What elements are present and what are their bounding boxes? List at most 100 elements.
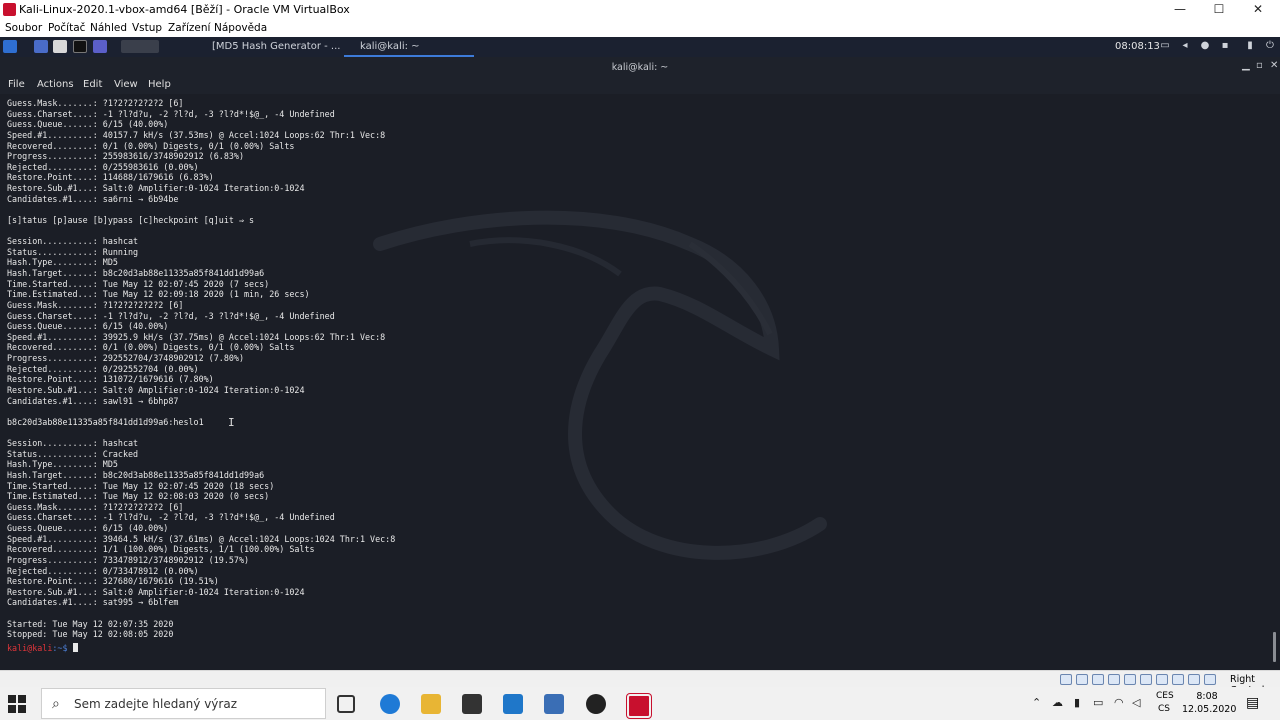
mail-icon[interactable] bbox=[503, 694, 523, 714]
speaker-icon[interactable]: ◁ bbox=[1132, 696, 1140, 709]
windows-taskbar: ⌕ Sem zadejte hledaný výraz ⌃ ☁ ▮ ▭ ◠ ◁ … bbox=[0, 687, 1280, 720]
terminal-line: Guess.Queue......: 6/15 (40.00%) bbox=[7, 119, 169, 130]
optical-drive-icon[interactable] bbox=[1076, 674, 1088, 685]
terminal-line: Guess.Mask.......: ?1?2?2?2?2?2 [6] bbox=[7, 299, 184, 310]
terminal-window-title: kali@kali: ~ bbox=[611, 62, 669, 73]
microphone-icon[interactable]: ▮ bbox=[1074, 696, 1080, 709]
power-icon[interactable]: ▪ bbox=[1220, 41, 1230, 51]
terminal-line: Rejected.........: 0/733478912 (0.00%) bbox=[7, 565, 199, 576]
display-status-icon[interactable] bbox=[1156, 674, 1168, 685]
lock-icon[interactable]: ▮ bbox=[1245, 41, 1255, 51]
terminal-minimize-icon[interactable]: ▁ bbox=[1242, 60, 1250, 71]
terminal-menu-edit[interactable]: Edit bbox=[83, 79, 102, 90]
shell-prompt[interactable]: kali@kali:~$ bbox=[7, 643, 78, 653]
panel-clock[interactable]: 08:08:13 bbox=[1115, 41, 1160, 52]
network-icon[interactable] bbox=[1108, 674, 1120, 685]
terminal-line: Guess.Mask.......: ?1?2?2?2?2?2 [6] bbox=[7, 501, 184, 512]
terminal-menu-help[interactable]: Help bbox=[148, 79, 171, 90]
obs-icon[interactable] bbox=[586, 694, 606, 714]
input-language[interactable]: CES CS bbox=[1156, 690, 1174, 716]
terminal-line: Time.Estimated...: Tue May 12 02:08:03 2… bbox=[7, 491, 270, 502]
terminal-line: Hash.Target......: b8c20d3ab88e11335a85f… bbox=[7, 469, 265, 480]
show-desktop-icon[interactable] bbox=[34, 40, 48, 53]
terminal-launcher-icon[interactable] bbox=[73, 40, 87, 53]
show-hidden-icons-chevron-icon[interactable]: ⌃ bbox=[1032, 696, 1041, 709]
terminal-line: Restore.Point....: 131072/1679616 (7.80%… bbox=[7, 374, 214, 385]
virtualbox-logo-icon bbox=[3, 3, 16, 16]
recording-icon[interactable] bbox=[1172, 674, 1184, 685]
terminal-menu-file[interactable]: File bbox=[8, 79, 25, 90]
close-button[interactable]: ✕ bbox=[1238, 0, 1278, 20]
edge-icon[interactable] bbox=[380, 694, 400, 714]
ime-sub: CS bbox=[1158, 704, 1170, 714]
menu-nahled[interactable]: Náhled bbox=[90, 22, 127, 34]
display-icon[interactable]: ▭ bbox=[1160, 41, 1170, 51]
terminal-line: Session..........: hashcat bbox=[7, 438, 139, 448]
terminal-text: Guess.Mask.......: ?1?2?2?2?2?2 [6] Guess… bbox=[7, 98, 395, 640]
action-center-icon[interactable]: ▤ bbox=[1246, 695, 1259, 711]
terminal-line: Stopped: Tue May 12 02:08:05 2020 bbox=[7, 629, 174, 640]
menu-napoveda[interactable]: Nápověda bbox=[214, 22, 267, 34]
mouse-ibeam-cursor: I bbox=[228, 416, 235, 429]
terminal-output-area[interactable]: Guess.Mask.......: ?1?2?2?2?2?2 [6] Guess… bbox=[0, 94, 1280, 670]
task-terminal[interactable]: kali@kali: ~ bbox=[344, 37, 474, 57]
logout-icon[interactable]: ⏻ bbox=[1265, 41, 1275, 51]
prompt-path: :~$ bbox=[52, 643, 73, 653]
shared-folders-icon[interactable] bbox=[1140, 674, 1152, 685]
terminal-title-bar: kali@kali: ~ ▁ ▫ ✕ bbox=[0, 57, 1280, 76]
workspace-switcher[interactable] bbox=[121, 40, 159, 53]
menu-soubor[interactable]: Soubor bbox=[5, 22, 42, 34]
store-icon[interactable] bbox=[462, 694, 482, 714]
menu-vstup[interactable]: Vstup bbox=[132, 22, 162, 34]
window-title: Kali-Linux-2020.1-vbox-amd64 [Běží] - Or… bbox=[19, 3, 350, 16]
mouse-integration-icon[interactable] bbox=[1188, 674, 1200, 685]
battery-icon[interactable]: ▭ bbox=[1093, 696, 1103, 709]
terminal-line: Progress.........: 255983616/3748902912 … bbox=[7, 151, 244, 162]
terminal-maximize-icon[interactable]: ▫ bbox=[1256, 60, 1263, 71]
terminal-menu-actions[interactable]: Actions bbox=[37, 79, 74, 90]
hard-disk-icon[interactable] bbox=[1060, 674, 1072, 685]
usb-icon[interactable] bbox=[1124, 674, 1136, 685]
virtualbox-menu-bar: Soubor Počítač Náhled Vstup Zařízení Náp… bbox=[0, 20, 1280, 38]
notifications-bell-icon[interactable]: ● bbox=[1200, 41, 1210, 51]
task-md5-hash-generator[interactable]: [MD5 Hash Generator - ... bbox=[212, 37, 340, 57]
task-view-icon[interactable] bbox=[337, 695, 355, 713]
taskbar-clock[interactable]: 8:08 12.05.2020 bbox=[1182, 690, 1236, 716]
terminal-line: Restore.Sub.#1...: Salt:0 Amplifier:0-10… bbox=[7, 384, 305, 395]
wifi-icon[interactable]: ◠ bbox=[1114, 696, 1124, 709]
browser-launcher-icon[interactable] bbox=[93, 40, 107, 53]
terminal-scrollbar[interactable] bbox=[1273, 632, 1276, 662]
maximize-button[interactable]: ☐ bbox=[1199, 0, 1239, 20]
minimize-button[interactable]: — bbox=[1160, 0, 1200, 20]
kali-menu-icon[interactable] bbox=[3, 40, 17, 53]
terminal-line: Recovered........: 0/1 (0.00%) Digests, … bbox=[7, 342, 295, 353]
terminal-line: Restore.Point....: 327680/1679616 (19.51… bbox=[7, 576, 219, 587]
taskbar-search-box[interactable]: ⌕ Sem zadejte hledaný výraz bbox=[41, 688, 326, 719]
file-manager-icon[interactable] bbox=[53, 40, 67, 53]
terminal-menu-view[interactable]: View bbox=[114, 79, 138, 90]
volume-icon[interactable]: ◂ bbox=[1180, 41, 1190, 51]
file-explorer-icon[interactable] bbox=[421, 694, 441, 714]
virtualbox-app-icon[interactable] bbox=[544, 694, 564, 714]
terminal-line: Candidates.#1....: sat995 → 6blfem bbox=[7, 597, 179, 608]
menu-pocitac[interactable]: Počítač bbox=[48, 22, 85, 34]
terminal-line: Time.Started.....: Tue May 12 02:07:45 2… bbox=[7, 480, 275, 491]
terminal-close-icon[interactable]: ✕ bbox=[1270, 60, 1278, 71]
terminal-line: Candidates.#1....: sawl91 → 6bhp87 bbox=[7, 395, 179, 406]
windows-start-icon[interactable] bbox=[8, 695, 26, 713]
terminal-line: Hash.Type........: MD5 bbox=[7, 257, 118, 268]
terminal-line: Recovered........: 1/1 (100.00%) Digests… bbox=[7, 544, 315, 555]
audio-icon[interactable] bbox=[1092, 674, 1104, 685]
cpu-icon[interactable] bbox=[1204, 674, 1216, 685]
terminal-line: Session..........: hashcat bbox=[7, 236, 139, 247]
terminal-line: Speed.#1.........: 39464.5 kH/s (37.61ms… bbox=[7, 533, 396, 544]
onedrive-icon[interactable]: ☁ bbox=[1052, 696, 1063, 709]
menu-zarizeni[interactable]: Zařízení bbox=[168, 22, 210, 34]
kali-vm-running-icon[interactable] bbox=[627, 694, 651, 718]
terminal-line: Status...........: Cracked bbox=[7, 448, 139, 459]
terminal-line: Restore.Sub.#1...: Salt:0 Amplifier:0-10… bbox=[7, 183, 305, 193]
terminal-line: Progress.........: 292552704/3748902912 … bbox=[7, 353, 244, 363]
